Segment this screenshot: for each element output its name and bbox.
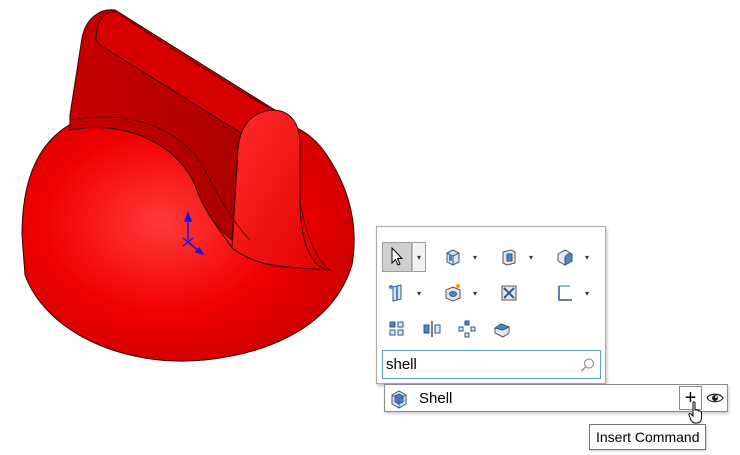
shell-feature-icon [391,390,407,409]
preview-command-button[interactable] [704,386,726,410]
circular-pattern-icon [458,320,476,338]
hole-wizard-icon [445,284,461,302]
mirror-icon [423,321,441,337]
hole-wizard-button[interactable] [438,278,468,308]
move-face-icon [493,323,511,338]
search-result-label: Shell [419,390,453,407]
search-result-shell[interactable]: Shell + [384,384,728,412]
extruded-cut-button[interactable] [494,242,524,272]
command-search-input[interactable] [386,354,576,375]
fillet-icon [557,249,573,266]
hole-wizard-dropdown[interactable]: ▾ [468,278,482,308]
move-face-button[interactable] [487,314,517,344]
extruded-boss-button[interactable] [438,242,468,272]
shortcut-toolbar: ▾ ▾ ▾ ▾ ▾ ▾ ▾ shell [376,226,606,384]
search-icon[interactable] [580,357,596,373]
sketch-corner-icon [558,285,572,301]
mouse-pointer-icon [688,401,702,424]
circular-pattern-button[interactable] [452,314,482,344]
fillet-button[interactable] [550,242,580,272]
insert-command-tooltip: Insert Command [589,424,707,450]
mirror-button[interactable] [417,314,447,344]
extruded-cut-dropdown[interactable]: ▾ [524,242,538,272]
command-search-box [382,350,601,379]
select-arrow-icon [391,247,404,266]
select-tool-button[interactable] [382,242,412,272]
rib-button[interactable] [494,278,524,308]
toolbar-row-1: ▾ ▾ ▾ ▾ [382,241,606,273]
linear-pattern-button[interactable] [382,314,412,344]
reference-plane-icon [389,284,402,302]
reference-plane-dropdown[interactable]: ▾ [412,278,426,308]
reference-plane-button[interactable] [382,278,412,308]
rib-icon [501,285,517,301]
extruded-boss-icon [446,249,460,266]
sketch-corner-button[interactable] [550,278,580,308]
toolbar-row-3 [382,313,522,345]
eye-icon [706,393,724,403]
select-tool-dropdown[interactable]: ▾ [412,242,426,272]
extruded-boss-dropdown[interactable]: ▾ [468,242,482,272]
toolbar-row-2: ▾ ▾ ▾ ▾ [382,277,606,309]
fillet-dropdown[interactable]: ▾ [580,242,594,272]
sketch-corner-dropdown[interactable]: ▾ [580,278,594,308]
linear-pattern-icon [389,321,404,336]
extruded-cut-icon [502,249,516,266]
